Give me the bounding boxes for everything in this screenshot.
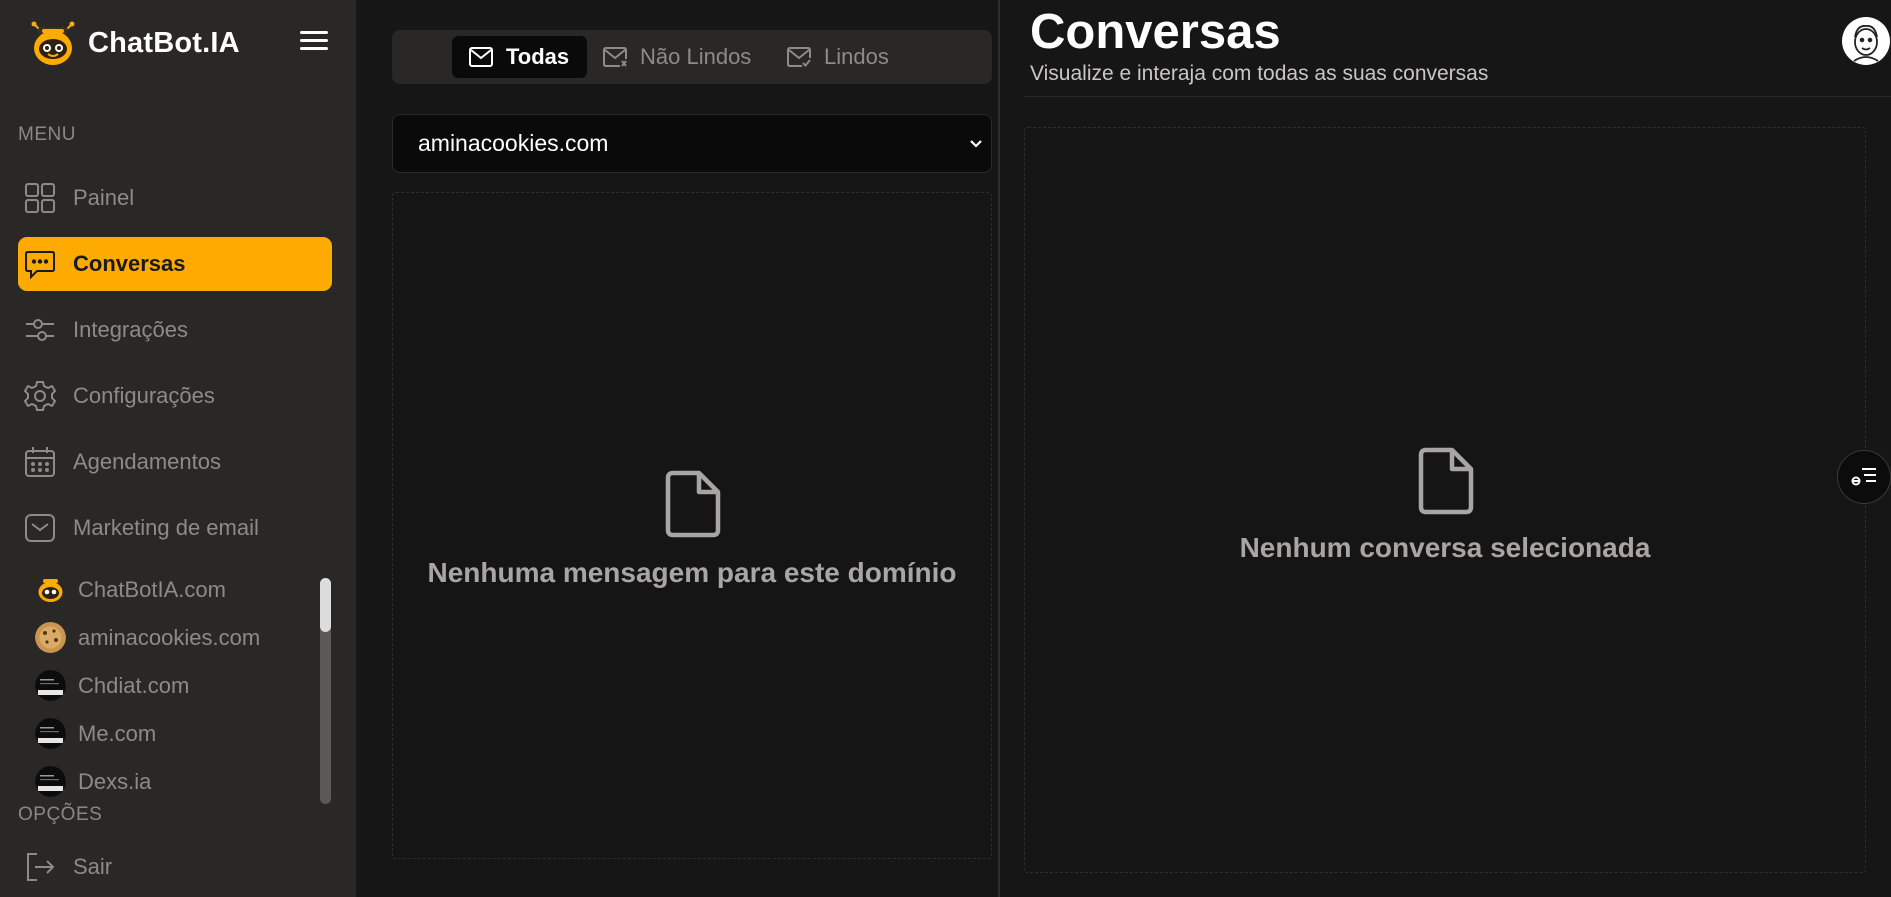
chevron-down-icon [967,135,985,153]
sidebar-item-integracoes[interactable]: Integrações [18,303,332,357]
robot-avatar-icon [35,574,66,605]
logout-icon [22,849,58,885]
logout-label: Sair [73,854,113,879]
page-subtitle: Visualize e interaja com todas as suas c… [1030,62,1489,85]
domain-item-label: Chdiat.com [78,672,190,698]
conversation-filter-button[interactable] [1837,450,1891,504]
cookie-avatar-icon [35,622,66,653]
logout-button[interactable]: Sair [18,842,332,892]
sliders-icon [22,312,58,348]
mail-unread-icon [602,46,628,68]
grid-icon [22,180,58,216]
sidebar-item-painel[interactable]: Painel [18,171,332,225]
screenshot-avatar-icon [35,718,66,749]
message-filter-tabs: Todas Não Lindos Lindos [392,30,992,84]
tab-label: Não Lindos [640,44,752,69]
mail-icon [22,510,58,546]
sidebar-item-label: Integrações [73,317,188,342]
brand[interactable]: ChatBot.IA [28,18,240,68]
sidebar-item-marketing-de-email[interactable]: Marketing de email [18,501,332,555]
hamburger-menu-icon[interactable] [298,26,330,56]
domain-item-chdiat[interactable]: Chdiat.com [35,670,189,701]
screenshot-avatar-icon [35,766,66,797]
sidebar-item-conversas[interactable]: Conversas [18,237,332,291]
domains-scrollbar-thumb[interactable] [320,578,331,632]
mail-check-icon [786,46,812,68]
filter-list-icon [1850,465,1878,489]
domain-item-label: aminacookies.com [78,624,261,650]
domain-item-label: Me.com [78,720,157,746]
domain-select-value: aminacookies.com [418,130,609,156]
domain-item-aminacookies[interactable]: aminacookies.com [35,622,260,653]
brand-name: ChatBot.IA [88,26,240,59]
tab-todas[interactable]: Todas [452,36,588,78]
messages-empty-text: Nenhuma mensagem para este domínio [427,557,957,588]
sidebar-item-label: Marketing de email [73,515,259,540]
sidebar-item-agendamentos[interactable]: Agendamentos [18,435,332,489]
sidebar-item-label: Conversas [73,251,186,276]
domain-item-chatbotia[interactable]: ChatBotIA.com [35,574,226,605]
sidebar-item-configuracoes[interactable]: Configurações [18,369,332,423]
avatar[interactable] [1842,17,1890,65]
sidebar-item-label: Agendamentos [73,449,221,474]
tab-label: Todas [506,44,570,69]
mail-icon [468,46,494,68]
screenshot-avatar-icon [35,670,66,701]
tab-nao-lindos[interactable]: Não Lindos [586,36,769,78]
tab-label: Lindos [824,44,889,69]
document-icon [1418,447,1474,515]
options-section-label: OPÇÕES [18,804,103,825]
domain-item-label: Dexs.ia [78,768,152,794]
gear-icon [22,378,58,414]
tab-lindos[interactable]: Lindos [770,36,907,78]
sidebar: ChatBot.IA MENU Painel Conversas Integra… [0,0,356,897]
robot-logo-icon [28,18,78,68]
domain-item-label: ChatBotIA.com [78,576,226,602]
menu-section-label: MENU [18,124,76,145]
column-divider [998,0,1000,897]
domain-item-dexs[interactable]: Dexs.ia [35,766,151,797]
messages-panel: Nenhuma mensagem para este domínio [392,192,992,859]
chat-bubble-icon [22,246,58,282]
page-title: Conversas [1030,5,1281,59]
document-icon [665,470,721,538]
sidebar-item-label: Configurações [73,383,215,408]
domain-select[interactable]: aminacookies.com [392,114,992,173]
calendar-icon [22,444,58,480]
conversation-empty-text: Nenhum conversa selecionada [1239,532,1651,563]
header-divider [1024,96,1891,97]
sidebar-item-label: Painel [73,185,135,210]
conversation-panel: Nenhum conversa selecionada [1024,127,1866,873]
domain-item-me[interactable]: Me.com [35,718,156,749]
